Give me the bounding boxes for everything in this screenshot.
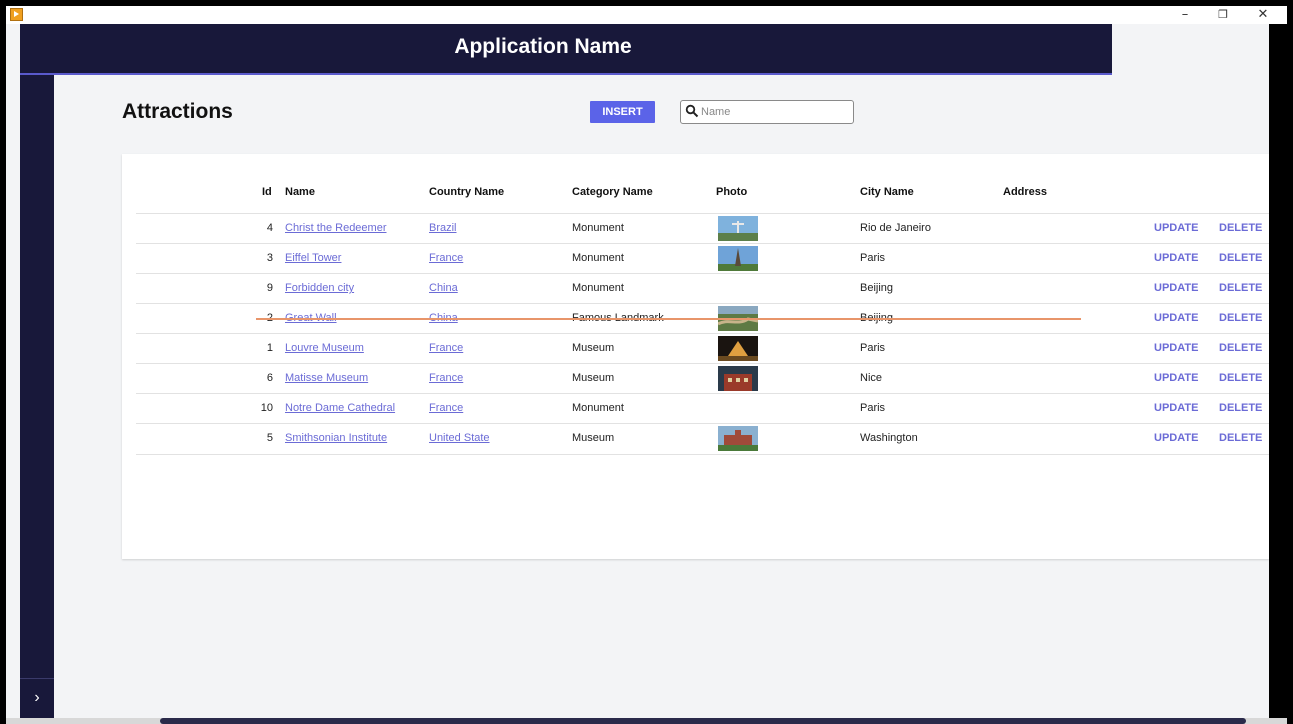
cell-city: Beijing bbox=[860, 282, 894, 294]
update-button[interactable]: UPDATE bbox=[1154, 312, 1198, 324]
delete-button[interactable]: DELETE bbox=[1219, 312, 1262, 324]
delete-button[interactable]: DELETE bbox=[1219, 432, 1262, 444]
close-button[interactable]: ✕ bbox=[1244, 6, 1282, 24]
minimize-button[interactable]: – bbox=[1166, 6, 1204, 24]
cell-country-link[interactable]: France bbox=[429, 342, 463, 354]
col-header-address[interactable]: Address bbox=[1003, 186, 1047, 198]
cell-category: Museum bbox=[572, 372, 615, 384]
search-icon bbox=[685, 104, 699, 118]
attractions-grid-card: Id Name Country Name Category Name Photo… bbox=[122, 154, 1269, 559]
update-button[interactable]: UPDATE bbox=[1154, 342, 1198, 354]
cell-city: Rio de Janeiro bbox=[860, 222, 931, 234]
table-row: 5 Smithsonian Institute United State Mus… bbox=[136, 423, 1269, 455]
horizontal-scrollbar-thumb[interactable] bbox=[160, 718, 1246, 724]
delete-button[interactable]: DELETE bbox=[1219, 282, 1262, 294]
cell-city: Paris bbox=[860, 342, 886, 354]
update-button[interactable]: UPDATE bbox=[1154, 282, 1198, 294]
cell-name-link[interactable]: Louvre Museum bbox=[285, 342, 364, 354]
cell-country-link[interactable]: Brazil bbox=[429, 222, 457, 234]
search-input[interactable] bbox=[701, 103, 846, 121]
photo-thumbnail-eiffel-tower bbox=[718, 246, 758, 271]
sidebar-divider-bottom bbox=[20, 678, 54, 679]
cell-id: 4 bbox=[266, 222, 273, 234]
cell-category: Monument bbox=[572, 282, 624, 294]
cell-city: Washington bbox=[860, 432, 918, 444]
cell-country-link[interactable]: France bbox=[429, 252, 463, 264]
cell-id: 9 bbox=[266, 282, 273, 294]
col-header-country[interactable]: Country Name bbox=[429, 186, 504, 198]
table-row: 3 Eiffel Tower France Monument Paris UPD… bbox=[136, 243, 1269, 274]
update-button[interactable]: UPDATE bbox=[1154, 222, 1198, 234]
delete-button[interactable]: DELETE bbox=[1219, 252, 1262, 264]
window-titlebar: – ❐ ✕ bbox=[6, 6, 1287, 24]
cell-city: Paris bbox=[860, 402, 886, 414]
photo-thumbnail-smithsonian bbox=[718, 426, 758, 451]
cell-name-link[interactable]: Notre Dame Cathedral bbox=[285, 402, 395, 414]
chevron-right-icon[interactable]: › bbox=[20, 684, 54, 712]
update-button[interactable]: UPDATE bbox=[1154, 402, 1198, 414]
cell-name-link[interactable]: Matisse Museum bbox=[285, 372, 368, 384]
cell-country-link[interactable]: United State bbox=[429, 432, 490, 444]
search-box[interactable] bbox=[680, 100, 854, 124]
col-header-city[interactable]: City Name bbox=[860, 186, 914, 198]
page-title: Attractions bbox=[122, 100, 233, 123]
cell-id: 5 bbox=[266, 432, 273, 444]
cell-category: Monument bbox=[572, 402, 624, 414]
photo-thumbnail-matisse-museum bbox=[718, 366, 758, 391]
col-header-name[interactable]: Name bbox=[285, 186, 315, 198]
update-button[interactable]: UPDATE bbox=[1154, 372, 1198, 384]
delete-button[interactable]: DELETE bbox=[1219, 372, 1262, 384]
table-row: 9 Forbidden city China Monument Beijing … bbox=[136, 273, 1269, 304]
cell-id: 10 bbox=[260, 402, 273, 414]
cell-country-link[interactable]: France bbox=[429, 402, 463, 414]
header-underline bbox=[20, 73, 1112, 75]
cell-country-link[interactable]: France bbox=[429, 372, 463, 384]
cell-id: 6 bbox=[266, 372, 273, 384]
table-row: 10 Notre Dame Cathedral France Monument … bbox=[136, 393, 1269, 424]
col-header-photo: Photo bbox=[716, 186, 748, 198]
cell-id: 1 bbox=[266, 342, 273, 354]
strikethrough-annotation bbox=[256, 318, 1081, 320]
insert-button[interactable]: INSERT bbox=[590, 101, 655, 123]
delete-button[interactable]: DELETE bbox=[1219, 402, 1262, 414]
cell-country-link[interactable]: China bbox=[429, 282, 458, 294]
delete-button[interactable]: DELETE bbox=[1219, 342, 1262, 354]
app-icon bbox=[10, 8, 23, 21]
window-edge bbox=[1269, 24, 1287, 724]
cell-name-link[interactable]: Eiffel Tower bbox=[285, 252, 341, 264]
cell-name-link[interactable]: Smithsonian Institute bbox=[285, 432, 387, 444]
delete-button[interactable]: DELETE bbox=[1219, 222, 1262, 234]
app-title: Application Name bbox=[454, 35, 632, 58]
update-button[interactable]: UPDATE bbox=[1154, 252, 1198, 264]
col-header-category[interactable]: Category Name bbox=[572, 186, 653, 198]
cell-city: Paris bbox=[860, 252, 886, 264]
cell-category: Monument bbox=[572, 252, 624, 264]
app-header: Application Name bbox=[20, 24, 1112, 73]
sidebar bbox=[20, 24, 54, 724]
cell-name-link[interactable]: Christ the Redeemer bbox=[285, 222, 387, 234]
cell-category: Museum bbox=[572, 342, 615, 354]
table-row: 4 Christ the Redeemer Brazil Monument Ri… bbox=[136, 213, 1269, 244]
update-button[interactable]: UPDATE bbox=[1154, 432, 1198, 444]
photo-thumbnail-louvre bbox=[718, 336, 758, 361]
cell-category: Museum bbox=[572, 432, 615, 444]
cell-category: Monument bbox=[572, 222, 624, 234]
app-window: – ❐ ✕ › Application Name Attractions INS… bbox=[6, 6, 1287, 724]
col-header-id[interactable]: Id bbox=[262, 186, 272, 198]
table-row: 6 Matisse Museum France Museum Nice UPDA… bbox=[136, 363, 1269, 394]
cell-id: 3 bbox=[266, 252, 273, 264]
cell-city: Nice bbox=[860, 372, 883, 384]
cell-name-link[interactable]: Forbidden city bbox=[285, 282, 354, 294]
photo-thumbnail-christ-redeemer bbox=[718, 216, 758, 241]
table-row: 1 Louvre Museum France Museum Paris UPDA… bbox=[136, 333, 1269, 364]
maximize-button[interactable]: ❐ bbox=[1204, 6, 1242, 24]
